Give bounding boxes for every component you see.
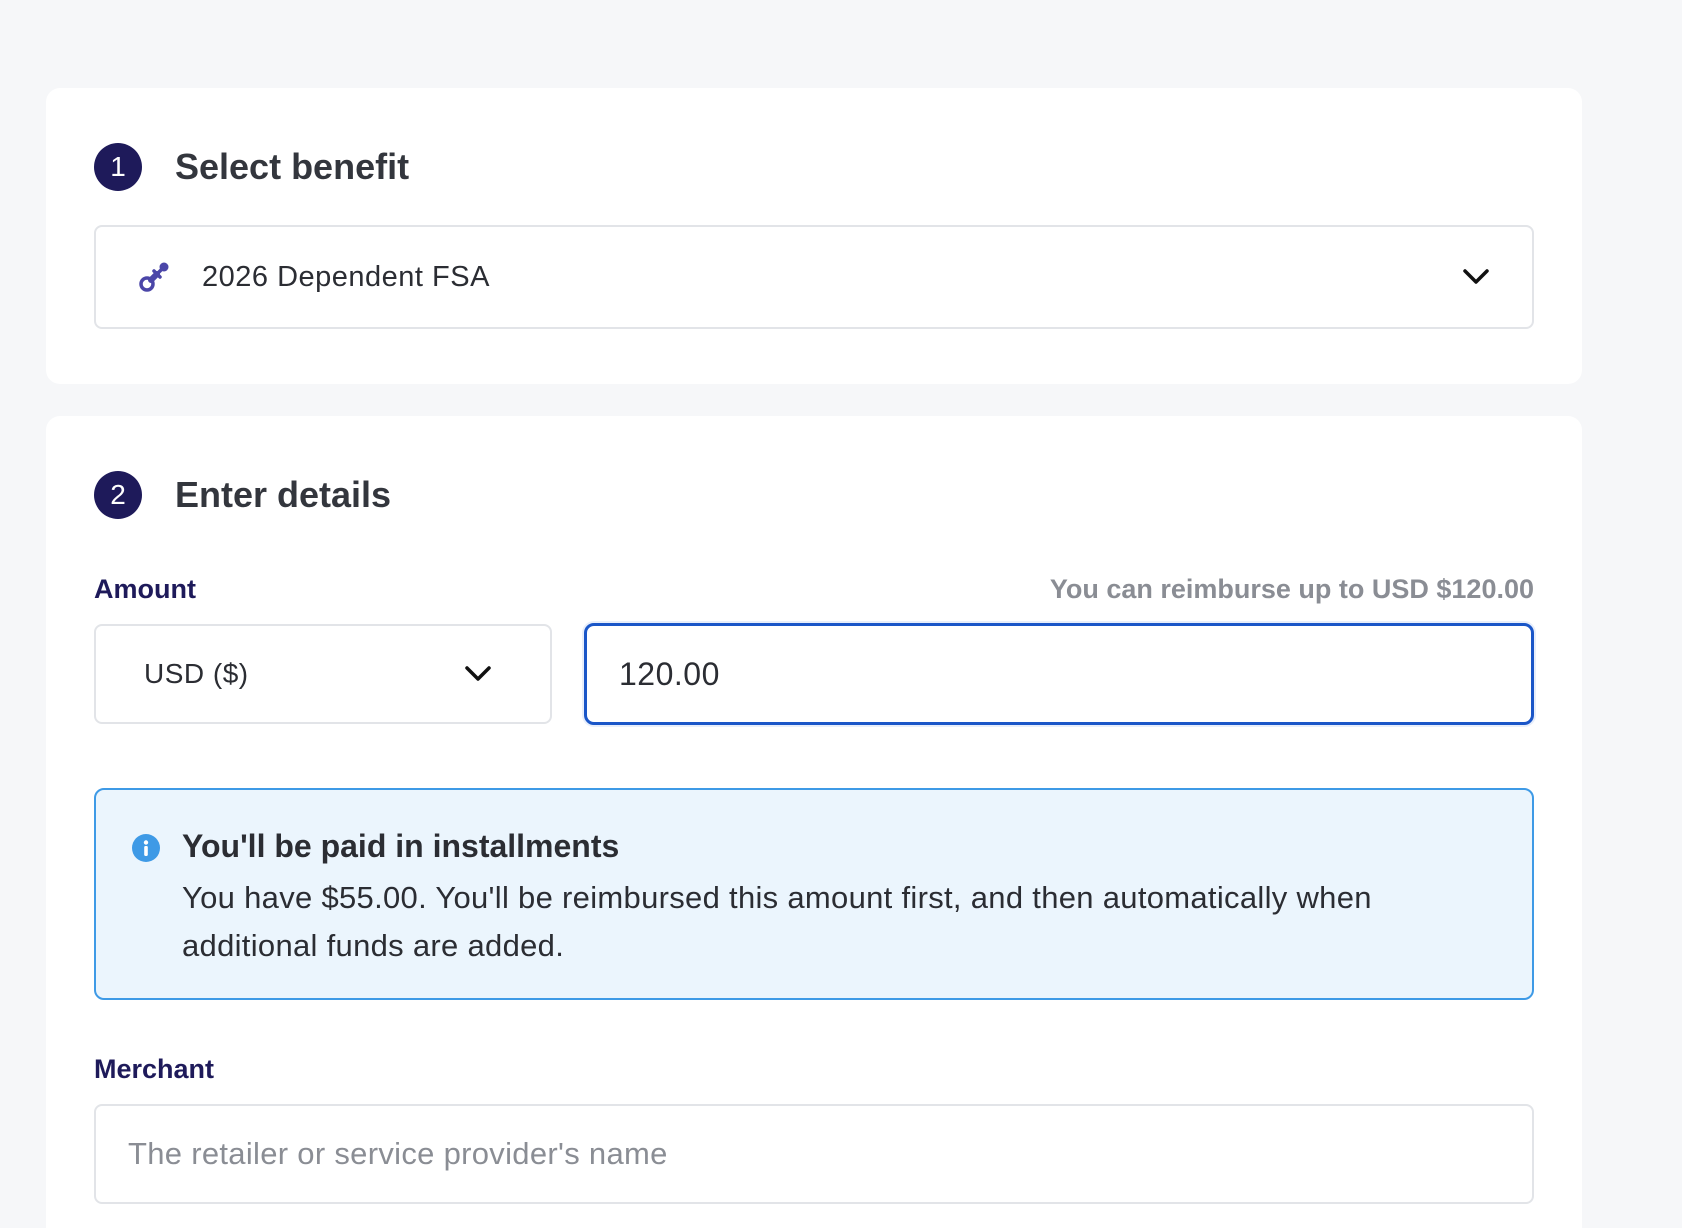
step-1-badge: 1	[94, 143, 142, 191]
select-benefit-card: 1 Select benefit 2026 Dependent FSA	[46, 88, 1582, 384]
pacifier-icon	[136, 259, 172, 295]
step-1-header: 1 Select benefit	[94, 143, 409, 191]
amount-input[interactable]	[584, 623, 1534, 725]
merchant-input[interactable]	[94, 1104, 1534, 1204]
currency-select[interactable]: USD ($)	[94, 624, 552, 724]
step-1-title: Select benefit	[175, 146, 410, 187]
merchant-label: Merchant	[94, 1054, 215, 1084]
chevron-down-icon	[1460, 261, 1492, 293]
benefit-select[interactable]: 2026 Dependent FSA	[94, 225, 1534, 329]
chevron-down-icon	[462, 658, 494, 690]
amount-label: Amount	[94, 574, 196, 604]
currency-label: USD ($)	[144, 658, 249, 689]
step-2-title: Enter details	[175, 474, 392, 515]
info-title: You'll be paid in installments	[182, 828, 620, 864]
reimburse-limit-hint: You can reimburse up to USD $120.00	[1049, 574, 1534, 604]
step-2-badge: 2	[94, 471, 142, 519]
selected-benefit-label: 2026 Dependent FSA	[202, 260, 490, 293]
enter-details-card: 2 Enter details Amount You can reimburse…	[46, 416, 1582, 1228]
info-body: You have $55.00. You'll be reimbursed th…	[182, 880, 1372, 963]
info-icon	[132, 834, 160, 862]
reimbursement-form-page: 1 Select benefit 2026 Dependent FSA 2 En…	[0, 0, 1682, 1228]
installments-info-box: You'll be paid in installments You have …	[94, 788, 1534, 1000]
step-2-header: 2 Enter details	[94, 471, 391, 519]
